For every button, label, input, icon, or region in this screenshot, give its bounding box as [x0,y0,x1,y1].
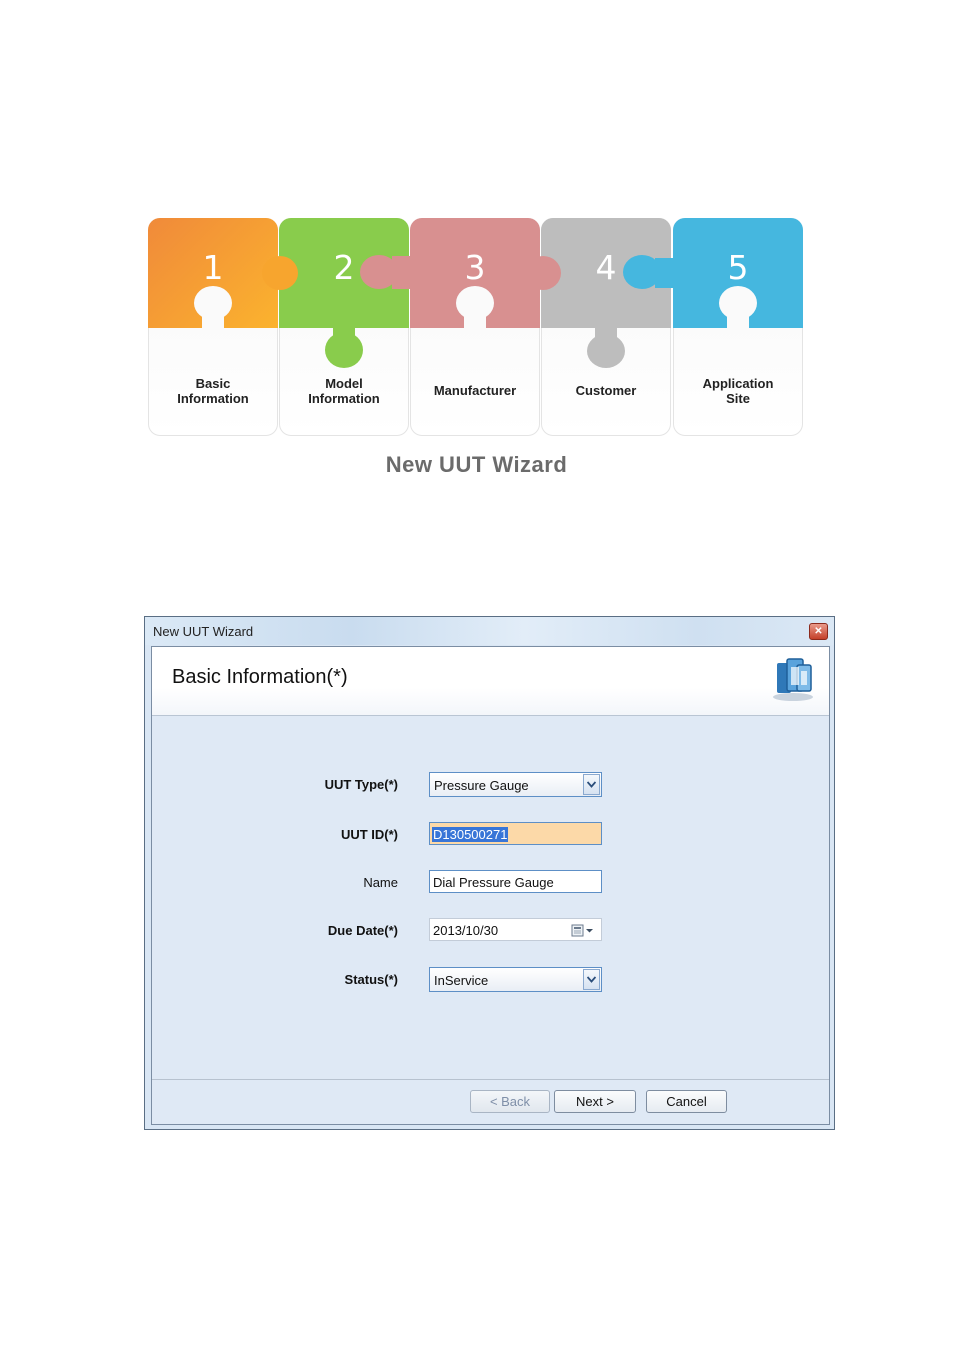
dialog-title: New UUT Wizard [153,624,254,639]
new-uut-wizard-dialog: New UUT Wizard ✕ Basic Information(*) UU… [144,616,835,1130]
name-row: Name Dial Pressure Gauge [152,870,829,896]
page-title: Basic Information(*) [172,666,348,688]
uut-type-select[interactable]: Pressure Gauge [429,772,602,797]
uut-id-row: UUT ID(*) D130500271 [152,822,829,848]
dialog-body: Basic Information(*) UUT Type(*) Pressur… [151,646,830,1125]
step-number: 3 [464,248,486,287]
wizard-step-2: 2 Model Information [262,218,409,436]
calendar-icon[interactable] [571,924,595,937]
uut-id-label: UUT ID(*) [340,827,398,842]
wizard-steps-banner: 1 Basic Information 2 Model Information … [148,218,805,438]
step-number: 1 [202,248,224,287]
wizard-logo-icon [773,658,813,701]
step-number: 4 [595,248,617,287]
close-icon[interactable]: ✕ [809,623,828,640]
step-label: Basic Information [177,376,249,406]
cancel-button[interactable]: Cancel [646,1090,727,1113]
uut-type-label: UUT Type(*) [324,777,398,792]
due-date-row: Due Date(*) 2013/10/30 [152,918,829,944]
back-button[interactable]: < Back [470,1090,550,1113]
status-select[interactable]: InService [429,967,602,992]
dialog-titlebar[interactable]: New UUT Wizard ✕ [145,617,834,645]
wizard-step-3: 3 Manufacturer [360,218,540,436]
uut-id-field[interactable]: D130500271 [429,822,602,845]
step-label: Model Information [308,376,380,406]
chevron-down-icon[interactable] [583,969,600,990]
dialog-header: Basic Information(*) [152,647,829,716]
name-label: Name [363,875,398,890]
status-label: Status(*) [344,972,398,987]
step-number: 2 [333,248,355,287]
step-number: 5 [727,248,749,287]
step-label: Customer [575,383,637,398]
step-label: Application Site [702,376,774,406]
chevron-down-icon[interactable] [583,774,600,795]
wizard-step-1: 1 Basic Information [148,218,278,436]
next-button[interactable]: Next > [554,1090,636,1113]
step-label: Manufacturer [433,383,517,398]
wizard-step-5: 5 Application Site [623,218,803,436]
wizard-caption: New UUT Wizard [385,452,568,477]
due-date-label: Due Date(*) [327,923,398,938]
name-field[interactable]: Dial Pressure Gauge [429,870,602,893]
wizard-step-4: 4 Customer [525,218,671,436]
status-row: Status(*) InService [152,967,829,993]
uut-type-row: UUT Type(*) Pressure Gauge [152,772,829,798]
due-date-picker[interactable]: 2013/10/30 [429,918,602,941]
footer-divider [152,1079,829,1080]
